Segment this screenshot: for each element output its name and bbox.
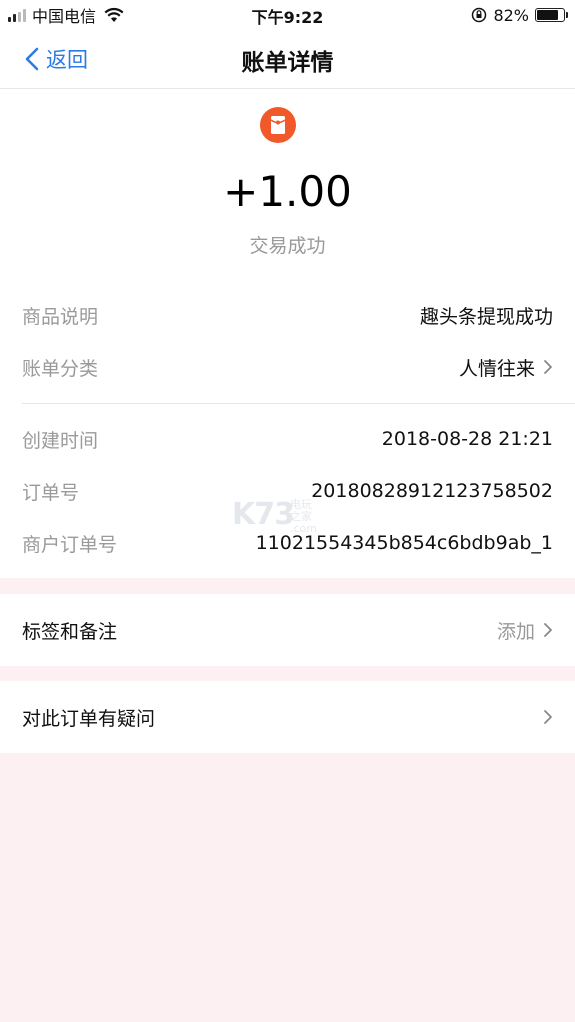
question-chevron-wrap	[535, 709, 553, 725]
category-value-wrap: 人情往来	[459, 354, 553, 381]
status-right: 82%	[471, 4, 568, 26]
divider	[22, 403, 575, 404]
order-value: 2018082891212375850​2	[311, 480, 553, 502]
question-label: 对此订单有疑问	[22, 707, 156, 730]
question-card: 对此订单有疑问	[0, 681, 575, 753]
detail-row-created: 创建时间 2018-08-28 21:21	[22, 419, 553, 459]
watermark-logo: K73 电玩之家 .com	[232, 497, 317, 535]
watermark-text-1: 电玩之家	[290, 498, 312, 523]
created-value: 2018-08-28 21:21	[381, 428, 553, 450]
tags-card: 标签和备注 添加	[0, 594, 575, 666]
question-row[interactable]: 对此订单有疑问	[22, 681, 553, 753]
product-value: 趣头条提现成功	[419, 305, 553, 328]
transaction-status: 交易成功	[249, 235, 326, 257]
watermark-text-2: .com	[290, 522, 317, 535]
created-label: 创建时间	[22, 429, 99, 452]
status-bar: 中国电信 下午9:22 82%	[0, 0, 575, 30]
battery-icon	[535, 8, 568, 22]
merchant-order-value: 11021554345b854c6bdb9ab_1	[255, 532, 553, 554]
tags-label: 标签和备注	[22, 620, 118, 643]
detail-row-product: 商品说明 趣头条提现成功	[22, 295, 553, 335]
transaction-amount: +1.00	[223, 167, 352, 216]
page-title: 账单详情	[241, 50, 334, 76]
chevron-right-icon	[544, 623, 552, 637]
product-label: 商品说明	[22, 305, 99, 328]
chevron-right-icon	[544, 710, 552, 724]
red-packet-icon	[260, 107, 296, 143]
chevron-right-icon	[544, 360, 552, 374]
order-label: 订单号	[22, 481, 80, 504]
watermark-logo-text: K73	[232, 497, 295, 532]
battery-fill	[537, 10, 558, 20]
watermark-text: 电玩之家 .com	[290, 499, 317, 535]
detail-row-category[interactable]: 账单分类 人情往来	[22, 347, 553, 387]
merchant-order-label: 商户订单号	[22, 533, 118, 556]
tags-row[interactable]: 标签和备注 添加	[22, 594, 553, 666]
battery-percent: 82%	[493, 5, 529, 25]
nav-bar: 返回 账单详情	[0, 30, 575, 89]
orientation-lock-icon	[472, 7, 487, 23]
category-value: 人情往来	[458, 357, 535, 380]
tags-add-action: 添加	[496, 620, 535, 643]
tags-action-wrap: 添加	[497, 617, 553, 644]
category-label: 账单分类	[22, 357, 99, 380]
